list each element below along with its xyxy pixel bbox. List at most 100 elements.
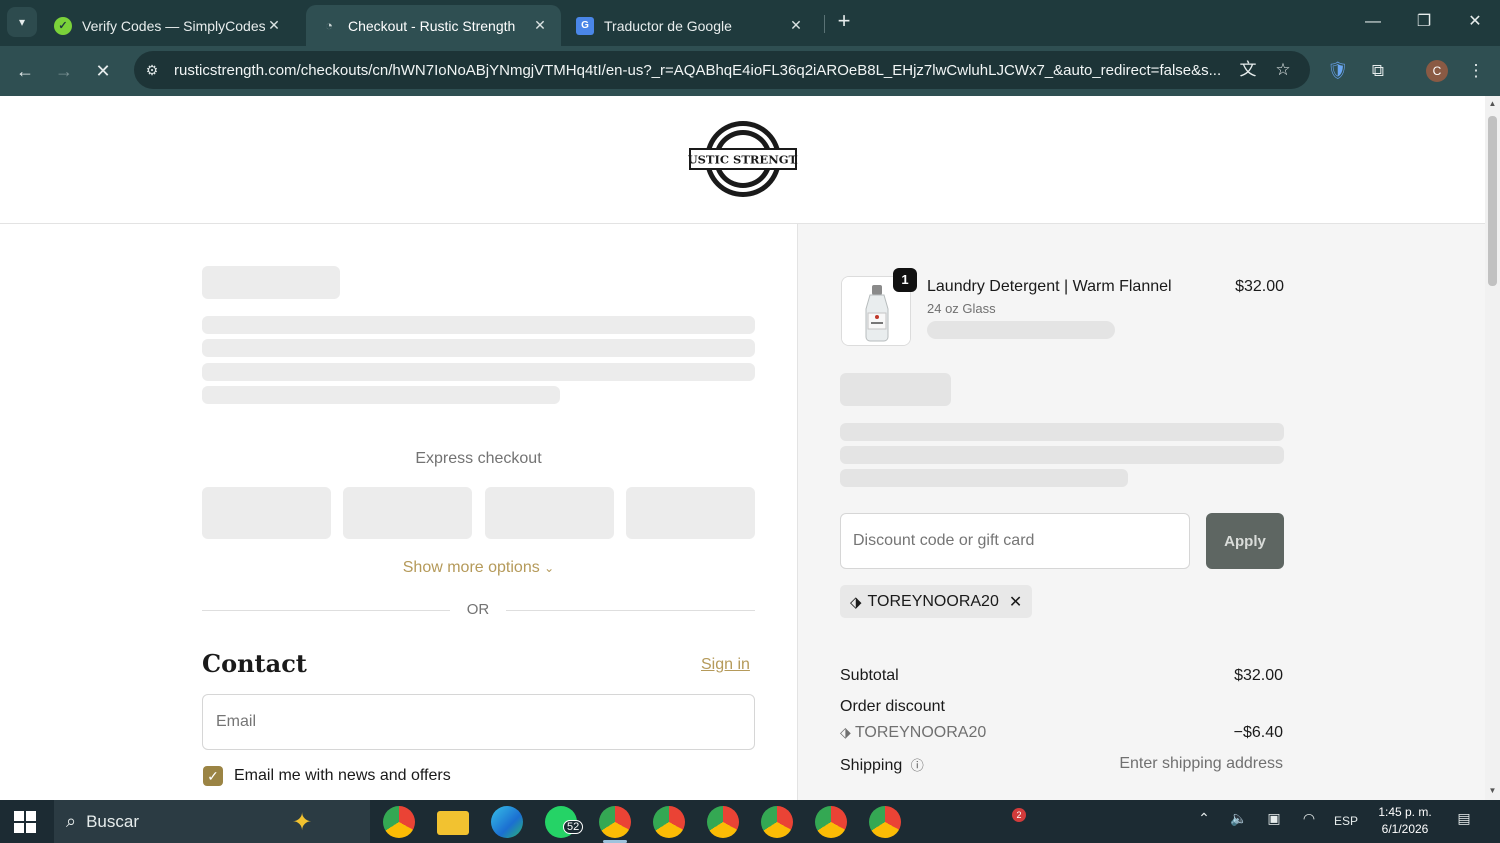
bookmark-star-icon[interactable]: ☆: [1271, 58, 1295, 82]
help-circle-icon[interactable]: ⓘ: [911, 758, 924, 773]
subtotal-label: Subtotal: [840, 667, 899, 684]
email-field[interactable]: [202, 694, 755, 750]
loading-placeholder: [927, 321, 1115, 339]
whatsapp-badge: 52: [563, 820, 584, 834]
windows-taskbar: ⌕ Buscar ✦ 52 2 ⌃ 🔈 ▣ ◠ ESP 1:45 p. m. 6…: [0, 800, 1500, 843]
translate-icon[interactable]: 文: [1236, 58, 1260, 82]
loading-placeholder: [202, 363, 755, 381]
applied-code-text: TOREYNOORA20: [867, 592, 999, 610]
express-payment-button[interactable]: [485, 487, 614, 539]
close-window-button[interactable]: ✕: [1460, 8, 1490, 36]
search-text: Buscar: [86, 811, 140, 831]
news-offers-label: Email me with news and offers: [234, 767, 451, 784]
product-variant: 24 oz Glass: [927, 301, 996, 316]
chrome-profile-icon[interactable]: [653, 806, 685, 838]
contact-heading: Contact: [202, 649, 307, 678]
tab-google-translate[interactable]: G Traductor de Google ✕: [562, 5, 817, 46]
loading-placeholder: [202, 316, 755, 334]
express-checkout-title: Express checkout: [415, 450, 542, 467]
bitwarden-extension-icon[interactable]: 🛡: [1325, 58, 1351, 84]
discount-code-line: ⬗ TOREYNOORA20: [840, 724, 986, 742]
remove-discount-icon[interactable]: ✕: [1009, 592, 1022, 612]
minimize-button[interactable]: —: [1358, 8, 1388, 36]
scroll-down-icon[interactable]: ▼: [1488, 786, 1497, 795]
browser-menu-icon[interactable]: ⋮: [1463, 58, 1489, 84]
tab-search-button[interactable]: ▾: [7, 7, 37, 37]
chrome-profile-icon[interactable]: [599, 806, 631, 838]
chrome-profile-icon[interactable]: [707, 806, 739, 838]
rustic-strength-logo[interactable]: RUSTIC STRENGTH: [688, 118, 798, 200]
back-button[interactable]: ←: [12, 58, 38, 84]
divider: [202, 610, 450, 611]
product-name: Laundry Detergent | Warm Flannel: [927, 278, 1172, 295]
loading-placeholder: [840, 423, 1284, 441]
forward-button[interactable]: →: [51, 58, 77, 84]
windows-start-icon[interactable]: [14, 811, 38, 833]
discount-value: −$6.40: [1233, 724, 1283, 741]
profile-avatar[interactable]: C: [1426, 60, 1448, 82]
edge-icon[interactable]: [491, 806, 523, 838]
chrome-profile-icon[interactable]: [815, 806, 847, 838]
scrollbar-thumb[interactable]: [1488, 116, 1497, 286]
clock-time: 1:45 p. m.: [1378, 805, 1432, 819]
page-scrollbar[interactable]: ▲ ▼: [1485, 96, 1500, 800]
system-clock[interactable]: 1:45 p. m. 6/1/2026: [1372, 804, 1438, 838]
tab-title: Traductor de Google: [604, 17, 732, 34]
copilot-sparkle-icon[interactable]: ✦: [292, 808, 312, 837]
sign-in-link[interactable]: Sign in: [701, 656, 750, 674]
show-more-options-link[interactable]: Show more options ⌄: [202, 559, 755, 577]
stop-loading-button[interactable]: ✕: [90, 58, 116, 84]
loading-placeholder: [202, 386, 560, 404]
loading-placeholder: [202, 339, 755, 357]
close-tab-icon[interactable]: ✕: [531, 17, 549, 34]
store-header: RUSTIC STRENGTH: [0, 96, 1485, 224]
notification-badge: 2: [1012, 808, 1026, 822]
address-bar[interactable]: ⚙ rusticstrength.com/checkouts/cn/hWN7Io…: [134, 51, 1310, 89]
loading-placeholder: [840, 469, 1128, 487]
product-price: $32.00: [1235, 278, 1284, 295]
clock-date: 6/1/2026: [1381, 822, 1429, 836]
discount-code-input[interactable]: [840, 513, 1190, 569]
chrome-icon[interactable]: [383, 806, 415, 838]
order-summary: 1 Laundry Detergent | Warm Flannel 24 oz…: [797, 224, 1485, 800]
apply-discount-button[interactable]: Apply: [1206, 513, 1284, 569]
tag-icon: ⬗: [840, 724, 851, 740]
site-info-icon[interactable]: ⚙: [140, 62, 164, 79]
express-payment-button[interactable]: [343, 487, 472, 539]
extensions-icon[interactable]: ⧉: [1365, 58, 1391, 84]
show-hidden-icons[interactable]: ⌃: [1194, 810, 1214, 827]
applied-discount-chip: ⬗ TOREYNOORA20 ✕: [840, 585, 1033, 618]
quantity-badge: 1: [893, 268, 917, 292]
news-offers-checkbox[interactable]: ✓: [203, 766, 223, 786]
search-icon: ⌕: [66, 811, 77, 831]
url-text[interactable]: rusticstrength.com/checkouts/cn/hWN7IoNo…: [174, 62, 1224, 79]
subtotal-value: $32.00: [1234, 667, 1283, 684]
loading-placeholder: [202, 266, 340, 299]
simplycodes-icon: ✓: [54, 16, 72, 35]
chrome-profile-icon[interactable]: [761, 806, 793, 838]
scroll-up-icon[interactable]: ▲: [1488, 99, 1497, 108]
close-tab-icon[interactable]: ✕: [265, 17, 283, 34]
or-separator: OR: [466, 601, 490, 618]
tab-title: Checkout - Rustic Strength: [348, 17, 516, 34]
notifications-icon[interactable]: ▤: [1453, 810, 1475, 827]
network-icon[interactable]: ◠: [1298, 810, 1320, 827]
meet-now-icon[interactable]: ▣: [1263, 810, 1285, 827]
taskbar-search[interactable]: ⌕ Buscar ✦: [54, 800, 370, 843]
volume-icon[interactable]: 🔈: [1228, 810, 1250, 827]
close-tab-icon[interactable]: ✕: [787, 17, 805, 34]
tab-separator: [824, 15, 825, 33]
chrome-profile-icon[interactable]: [869, 806, 901, 838]
express-payment-button[interactable]: [626, 487, 755, 539]
checkout-form: Express checkout Show more options ⌄ OR …: [0, 224, 797, 800]
restore-button[interactable]: ❐: [1409, 8, 1439, 36]
express-payment-button[interactable]: [202, 487, 331, 539]
tab-simplycodes[interactable]: ✓ Verify Codes — SimplyCodes ✕: [40, 5, 295, 46]
shipping-line: Shipping ⓘ: [840, 755, 924, 775]
tag-icon: ⬗: [850, 593, 862, 611]
tab-checkout[interactable]: ◔ Checkout - Rustic Strength ✕: [306, 5, 561, 46]
new-tab-button[interactable]: +: [832, 10, 856, 34]
file-explorer-icon[interactable]: [437, 811, 469, 835]
logo-text: RUSTIC STRENGTH: [688, 153, 798, 167]
language-indicator[interactable]: ESP: [1332, 814, 1360, 828]
